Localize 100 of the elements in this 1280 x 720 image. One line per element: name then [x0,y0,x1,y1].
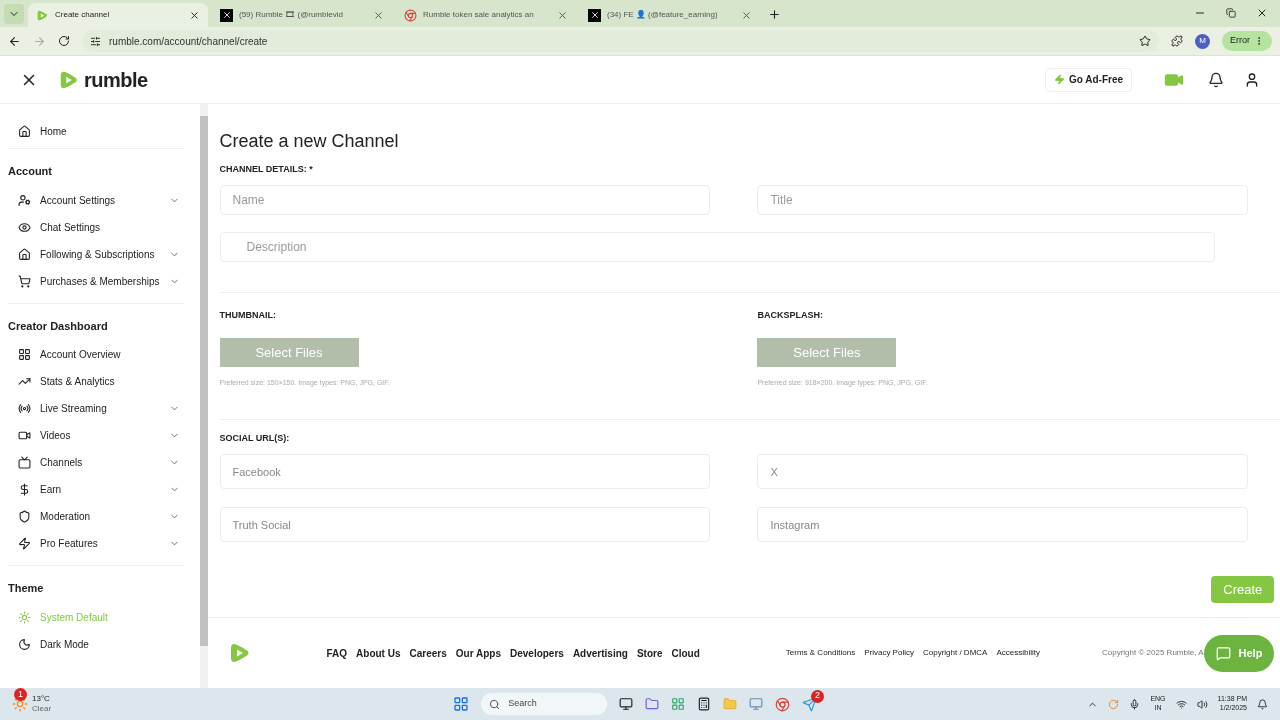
tab-title: (34) FE 👤 (@feature_earning) [607,9,719,21]
user-gear-icon [18,193,31,207]
section-heading: Account [8,164,53,179]
profile-avatar[interactable]: M [1195,33,1210,49]
browser-tab[interactable]: (59) Rumble 🎞 (@rumblevid [212,3,392,27]
section-heading: Theme [8,581,45,596]
browser-tab[interactable]: (34) FE 👤 (@feature_earning) [580,3,760,27]
task-view-icon[interactable] [619,697,634,711]
sidebar-item[interactable]: Home [8,122,192,140]
sun-icon [18,610,31,624]
chrome-icon [404,8,417,22]
url-text: rumble.com/account/channel/create [109,34,268,49]
shield-icon [18,510,31,523]
close-icon[interactable] [189,9,200,21]
sidebar-item[interactable]: Live Streaming [8,395,192,422]
sidebar-item[interactable]: Earn [8,476,192,503]
calculator-icon[interactable] [697,697,712,711]
dollar-icon [18,483,31,496]
bookmark-icon[interactable] [1139,35,1151,47]
site-info-icon[interactable] [90,35,101,47]
user-icon[interactable] [1244,71,1260,88]
lightning-icon [1053,74,1065,85]
scrollbar[interactable] [199,104,208,688]
footer-link[interactable]: Store [636,645,663,661]
tab-logo-icon [36,8,49,22]
sidebar-item[interactable]: Videos [8,422,192,449]
volume-icon[interactable] [1196,698,1208,710]
tab-title: Create channel [55,9,111,21]
text-field[interactable]: Instagram [757,507,1249,542]
monitor-icon[interactable] [749,697,764,711]
text-field[interactable]: X [757,454,1249,489]
footer-link[interactable]: Copyright / DMCA [922,647,988,659]
browser-tab[interactable]: Create channel [28,3,208,27]
section-label: SOCIAL URL(S): [219,431,291,445]
error-button[interactable]: Error [1222,31,1272,51]
footer-link[interactable]: FAQ [326,645,348,661]
text-field[interactable]: Description [219,231,1215,262]
back-icon[interactable] [8,34,21,48]
go-ad-free-button[interactable]: Go Ad-Free [1044,67,1132,92]
notifications-icon[interactable] [1208,71,1224,88]
video-camera-icon [18,429,31,442]
footer-link[interactable]: About Us [356,645,401,661]
search-icon [489,698,501,710]
temperature-text: 13°C [32,694,51,704]
reload-icon[interactable] [58,35,70,47]
app-icon[interactable] [645,697,660,711]
house-icon [18,247,31,261]
microphone-icon[interactable] [1129,698,1141,710]
lightning-icon [18,537,31,550]
copyright-text: Copyright © 2025 Rumble, A [1102,647,1204,659]
new-tab-icon[interactable] [768,8,781,21]
tab-title: Rumble token sale analytics an [423,9,535,21]
footer-link[interactable]: Privacy Policy [864,647,914,659]
eye-icon [18,220,31,234]
x-logo-icon [220,8,233,22]
text-field[interactable]: Facebook [219,454,711,489]
close-window-icon[interactable] [1256,7,1268,19]
x-logo-icon [588,8,601,22]
sidebar-item[interactable]: Account Overview [8,341,192,368]
taskbar-search-field[interactable]: Search [481,693,608,715]
footer-link[interactable]: Cloud [671,645,700,661]
footer-link[interactable]: Advertising [572,645,628,661]
logo-text: rumble [84,67,148,93]
sidebar-item[interactable]: Pro Features [8,530,192,557]
wifi-icon[interactable] [1175,698,1187,710]
sidebar-item[interactable]: Stats & Analytics [8,368,192,395]
extensions-icon[interactable] [1171,35,1183,47]
footer-link[interactable]: Accessibility [996,647,1040,659]
start-icon[interactable] [453,696,470,712]
theme-option[interactable]: Dark Mode [8,630,192,658]
footer-link[interactable]: Terms & Conditions [785,647,856,659]
text-field[interactable]: Truth Social [219,507,711,542]
text-field[interactable]: Name [219,184,711,215]
app-icon[interactable] [671,697,686,711]
restore-icon[interactable] [1226,8,1236,18]
tab-search-button[interactable] [4,4,24,24]
page-title: Create a new Channel [219,130,400,153]
sidebar-item[interactable]: Moderation [8,503,192,530]
tv-icon [18,456,31,469]
sidebar-item[interactable]: Purchases & Memberships [8,267,192,295]
forward-icon[interactable] [33,34,46,48]
sidebar-item[interactable]: Account Settings [8,186,192,214]
text-field[interactable]: Title [757,184,1249,215]
section-label: THUMBNAIL: [219,308,276,322]
sidebar-item[interactable]: Chat Settings [8,213,192,241]
sidebar-item[interactable]: Following & Subscriptions [8,240,192,268]
tab-title: (59) Rumble 🎞 (@rumblevid [239,9,344,21]
chat-icon [1215,645,1231,661]
browser-tab[interactable]: Rumble token sale analytics an [396,3,576,27]
notifications-icon[interactable] [1257,698,1268,710]
footer-link[interactable]: Developers [509,645,564,661]
section-label: CHANNEL DETAILS: * [219,163,314,176]
chrome-icon[interactable] [775,696,791,712]
sidebar-item[interactable]: Channels [8,449,192,476]
section-label: BACKSPLASH: [757,308,823,322]
address-bar[interactable]: rumble.com/account/channel/create [82,30,1159,52]
footer-link[interactable]: Our Apps [455,645,501,661]
footer-link[interactable]: Careers [409,645,447,661]
cart-icon [18,274,31,288]
house-icon [18,124,31,138]
